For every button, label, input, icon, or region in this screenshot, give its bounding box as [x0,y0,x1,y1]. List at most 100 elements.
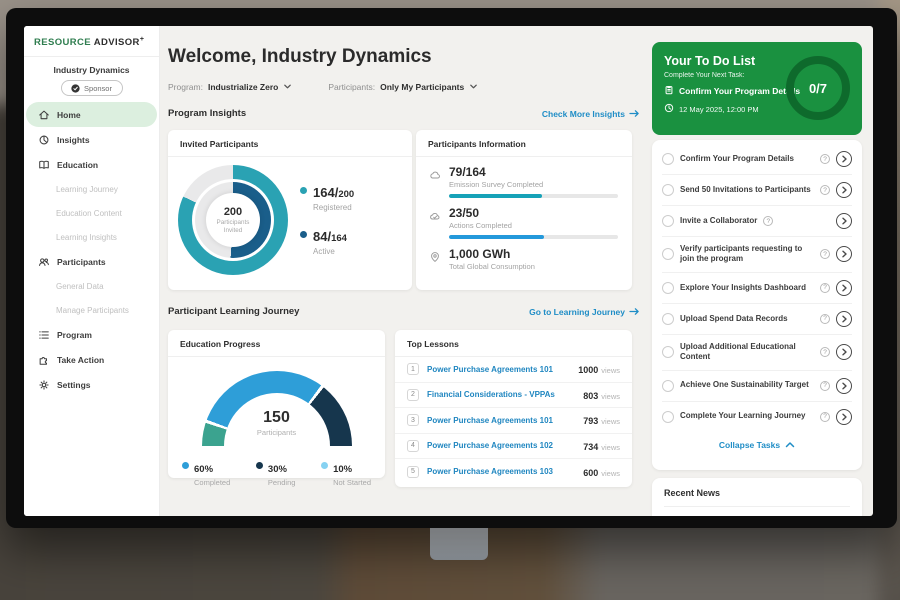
program-dropdown[interactable]: Program: Industrialize Zero [168,78,292,96]
sidebar-item-label: Settings [57,380,91,390]
recent-news-card: Recent News [652,478,862,516]
task-checkbox[interactable] [662,346,674,358]
sidebar-item-education-content[interactable]: Education Content [26,201,157,225]
sidebar-item-label: Education [57,160,98,170]
info-icon[interactable]: ? [763,216,773,226]
sponsor-badge[interactable]: Sponsor [61,80,123,96]
lesson-link[interactable]: Financial Considerations - VPPAs [427,390,575,399]
task-row[interactable]: Explore Your Insights Dashboard ? [662,273,852,304]
task-checkbox[interactable] [662,215,674,227]
card-title: Education Progress [168,330,385,357]
task-row[interactable]: Complete Your Learning Journey ? [662,402,852,432]
clock-icon [664,103,674,115]
legend-dot [300,187,307,194]
task-checkbox[interactable] [662,282,674,294]
task-checkbox[interactable] [662,313,674,325]
sidebar-item-general-data[interactable]: General Data [26,274,157,298]
legend-item-registered: 164/200 Registered [300,184,354,212]
task-go-button[interactable] [836,378,852,394]
lesson-link[interactable]: Power Purchase Agreements 103 [427,467,575,476]
task-go-button[interactable] [836,311,852,327]
legend-dot [256,462,263,469]
task-go-button[interactable] [836,151,852,167]
sidebar-item-label: Home [57,110,81,120]
info-icon[interactable]: ? [820,381,830,391]
info-icon[interactable]: ? [820,314,830,324]
app-logo: RESOURCE ADVISOR+ [24,26,159,57]
sidebar-item-education[interactable]: Education [26,152,157,177]
emission-progress-bar [449,194,618,198]
task-row[interactable]: Send 50 Invitations to Participants ? [662,175,852,206]
task-go-button[interactable] [836,409,852,425]
task-go-button[interactable] [836,280,852,296]
program-list-icon [37,328,50,341]
sidebar-item-manage-participants[interactable]: Manage Participants [26,298,157,322]
lesson-link[interactable]: Power Purchase Agreements 101 [427,416,575,425]
todo-due-date: 12 May 2025, 12:00 PM [679,105,759,114]
info-icon[interactable]: ? [820,249,830,259]
task-row[interactable]: Invite a Collaborator ? [662,206,852,237]
task-go-button[interactable] [836,246,852,262]
task-row[interactable]: Achieve One Sustainability Target ? [662,371,852,402]
sidebar-item-label: Education Content [56,209,122,218]
task-checkbox[interactable] [662,153,674,165]
chevron-down-icon [283,78,292,96]
donut-center-label: ParticipantsInvited [217,219,250,235]
todo-panel: Your To Do List Complete Your Next Task:… [652,26,862,516]
card-title: Top Lessons [395,330,632,357]
info-icon[interactable]: ? [820,283,830,293]
link-label: Check More Insights [542,109,625,119]
learning-journey-header: Participant Learning Journey Go to Learn… [168,306,640,317]
sidebar-item-label: Insights [57,135,90,145]
donut-center-value: 200 [224,206,242,218]
task-go-button[interactable] [836,213,852,229]
card-title: Participants Information [416,130,632,157]
todo-task-list: Confirm Your Program Details ? Send 50 I… [652,140,862,470]
collapse-tasks-link[interactable]: Collapse Tasks [662,432,852,456]
participants-icon [37,255,50,268]
arrow-right-icon [629,307,640,316]
info-icon[interactable]: ? [820,185,830,195]
todo-progress-value: 0/7 [809,81,827,96]
sidebar-item-take-action[interactable]: Take Action [26,347,157,372]
check-more-insights-link[interactable]: Check More Insights [542,109,640,119]
sidebar-item-learning-journey[interactable]: Learning Journey [26,177,157,201]
info-icon[interactable]: ? [820,154,830,164]
task-checkbox[interactable] [662,184,674,196]
sidebar-item-label: Learning Journey [56,185,118,194]
take-action-icon [37,353,50,366]
logo-primary: RESOURCE [34,37,91,48]
sidebar-item-participants[interactable]: Participants [26,249,157,274]
task-row[interactable]: Confirm Your Program Details ? [662,144,852,175]
sidebar-item-label: Program [57,330,92,340]
task-row[interactable]: Upload Spend Data Records ? [662,304,852,335]
participants-dropdown[interactable]: Participants: Only My Participants [328,78,478,96]
top-lessons-card: Top Lessons 1 Power Purchase Agreements … [395,330,632,487]
task-row[interactable]: Upload Additional Educational Content ? [662,335,852,371]
info-icon[interactable]: ? [820,347,830,357]
go-to-learning-journey-link[interactable]: Go to Learning Journey [529,307,640,317]
lesson-link[interactable]: Power Purchase Agreements 102 [427,441,575,450]
task-checkbox[interactable] [662,248,674,260]
task-go-button[interactable] [836,344,852,360]
todo-progress-ring: 0/7 [786,56,850,120]
sidebar-item-insights[interactable]: Insights [26,127,157,152]
task-checkbox[interactable] [662,411,674,423]
task-checkbox[interactable] [662,380,674,392]
sidebar-item-home[interactable]: Home [26,102,157,127]
lesson-rank: 5 [407,466,419,478]
info-icon[interactable]: ? [820,412,830,422]
sidebar-item-learning-insights[interactable]: Learning Insights [26,225,157,249]
collapse-label: Collapse Tasks [719,440,780,450]
link-label: Go to Learning Journey [529,307,625,317]
task-go-button[interactable] [836,182,852,198]
sidebar-item-program[interactable]: Program [26,322,157,347]
sidebar-item-settings[interactable]: Settings [26,372,157,397]
lesson-row: 1 Power Purchase Agreements 101 1000view… [395,357,632,383]
lesson-link[interactable]: Power Purchase Agreements 101 [427,365,570,374]
arrow-right-icon [629,109,640,118]
task-row[interactable]: Verify participants requesting to join t… [662,237,852,273]
lesson-row: 3 Power Purchase Agreements 101 793views [395,408,632,434]
legend-dot [182,462,189,469]
sponsor-label: Sponsor [84,84,112,93]
